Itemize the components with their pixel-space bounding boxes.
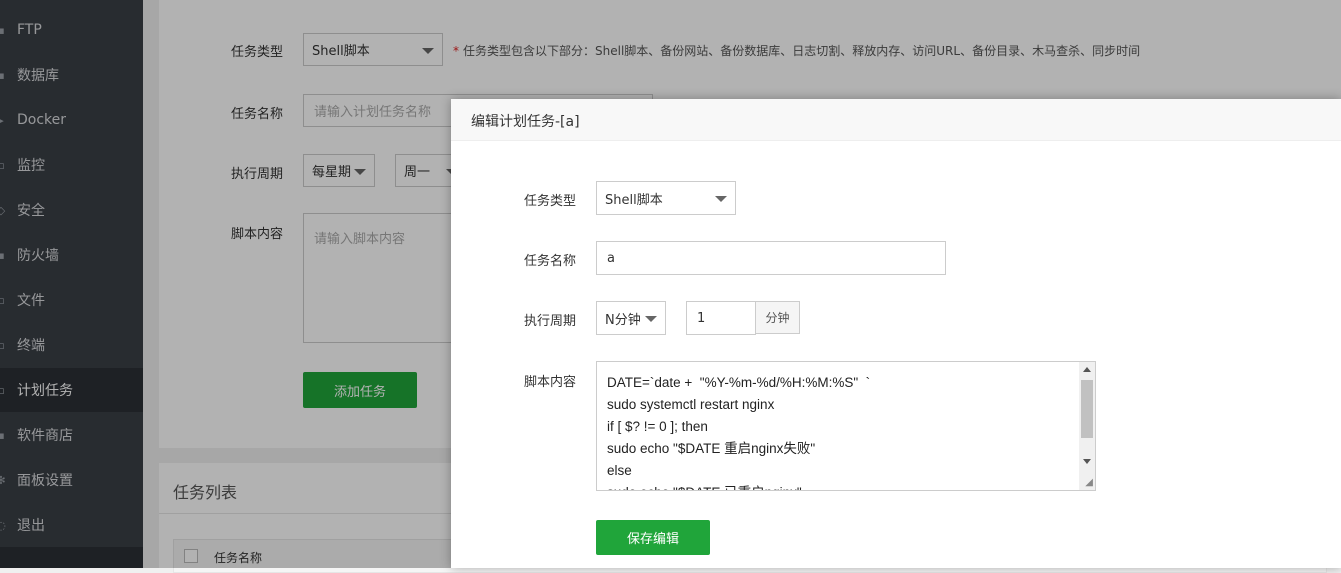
script-content: DATE=`date + "%Y-%m-%d/%H:%M:%S" ` sudo … [607,372,871,490]
modal-task-type-select[interactable]: Shell脚本 [596,181,736,215]
modal-period-label: 执行周期 [524,314,577,329]
modal-script-label: 脚本内容 [524,375,577,390]
script-scrollbar[interactable] [1079,362,1095,490]
save-edit-button[interactable]: 保存编辑 [596,520,710,555]
modal-period-select[interactable]: N分钟 [596,301,666,335]
modal-script-textarea[interactable]: DATE=`date + "%Y-%m-%d/%H:%M:%S" ` sudo … [596,361,1096,491]
edit-task-modal: 编辑计划任务-[a] 任务类型 Shell脚本 任务名称 a 执行周期 N分钟 … [451,99,1341,568]
modal-title: 编辑计划任务-[a] [471,114,580,130]
modal-minutes-value: 1 [697,310,706,326]
script-line: sudo systemctl restart nginx [607,397,775,412]
script-line: sudo echo "$DATE 已重启nginx" [607,482,870,490]
scroll-up-icon[interactable] [1083,367,1091,372]
script-line: DATE=`date + "%Y-%m-%d/%H:%M:%S" ` [607,375,871,390]
chevron-down-icon [715,196,727,202]
modal-task-name-value: a [607,250,615,266]
script-line: if [ $? != 0 ]; then [607,419,708,434]
resize-grip-icon[interactable]: ◢ [1085,478,1093,488]
scroll-down-icon[interactable] [1083,459,1091,464]
modal-minutes-input[interactable]: 1 [686,301,756,335]
modal-task-name-label: 任务名称 [524,254,577,269]
modal-header: 编辑计划任务-[a] [451,99,1341,141]
modal-task-type-value: Shell脚本 [605,192,663,208]
modal-minutes-unit: 分钟 [755,301,800,334]
modal-period-value: N分钟 [605,312,641,328]
script-line: sudo echo "$DATE 重启nginx失败" [607,441,816,456]
modal-task-name-input[interactable]: a [596,241,946,275]
script-line: else [607,463,632,478]
modal-task-type-label: 任务类型 [524,194,577,209]
chevron-down-icon [645,316,657,322]
scroll-thumb[interactable] [1081,380,1093,438]
